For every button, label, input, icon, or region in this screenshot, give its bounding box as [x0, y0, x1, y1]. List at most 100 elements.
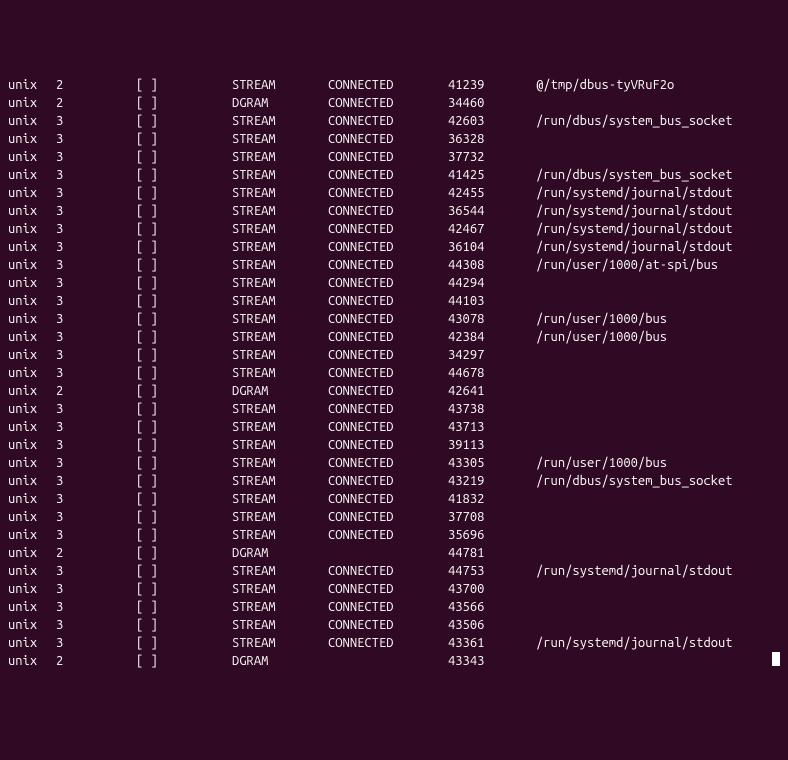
col-type: STREAM [232, 454, 328, 472]
col-spacer [176, 148, 232, 166]
col-path [536, 526, 780, 544]
col-flags: [ ] [136, 346, 176, 364]
col-refcnt: 3 [56, 256, 80, 274]
col-refcnt: 2 [56, 76, 80, 94]
col-state: CONNECTED [328, 130, 448, 148]
col-proto: unix [8, 256, 56, 274]
netstat-row: unix3[ ]STREAMCONNECTED43738 [8, 400, 780, 418]
col-proto: unix [8, 76, 56, 94]
col-inode: 44103 [448, 292, 536, 310]
col-flags: [ ] [136, 274, 176, 292]
netstat-row: unix3[ ]STREAMCONNECTED44103 [8, 292, 780, 310]
col-state: CONNECTED [328, 166, 448, 184]
col-path: /run/user/1000/bus [536, 310, 780, 328]
col-path [536, 346, 780, 364]
col-flags: [ ] [136, 166, 176, 184]
netstat-row: unix3[ ]STREAMCONNECTED43361/run/systemd… [8, 634, 780, 652]
col-path: /run/dbus/system_bus_socket [536, 112, 780, 130]
col-refcnt: 3 [56, 310, 80, 328]
col-flags: [ ] [136, 112, 176, 130]
col-flags: [ ] [136, 562, 176, 580]
col-proto: unix [8, 634, 56, 652]
col-spacer [80, 508, 136, 526]
col-spacer [80, 562, 136, 580]
col-refcnt: 3 [56, 616, 80, 634]
netstat-row: unix3[ ]STREAMCONNECTED37732 [8, 148, 780, 166]
col-spacer [176, 94, 232, 112]
col-type: STREAM [232, 130, 328, 148]
netstat-row: unix3[ ]STREAMCONNECTED42384/run/user/10… [8, 328, 780, 346]
col-path: /run/systemd/journal/stdout [536, 220, 780, 238]
col-path [536, 148, 780, 166]
col-state: CONNECTED [328, 562, 448, 580]
col-spacer [176, 526, 232, 544]
col-flags: [ ] [136, 598, 176, 616]
col-proto: unix [8, 148, 56, 166]
col-type: DGRAM [232, 544, 328, 562]
col-spacer [80, 418, 136, 436]
col-state: CONNECTED [328, 310, 448, 328]
col-spacer [80, 364, 136, 382]
col-spacer [80, 328, 136, 346]
col-path [536, 364, 780, 382]
col-state: CONNECTED [328, 256, 448, 274]
col-spacer [80, 598, 136, 616]
col-spacer [80, 202, 136, 220]
col-refcnt: 3 [56, 220, 80, 238]
col-spacer [176, 328, 232, 346]
netstat-row: unix3[ ]STREAMCONNECTED44308/run/user/10… [8, 256, 780, 274]
col-refcnt: 3 [56, 490, 80, 508]
col-proto: unix [8, 580, 56, 598]
col-proto: unix [8, 238, 56, 256]
col-proto: unix [8, 616, 56, 634]
col-spacer [176, 508, 232, 526]
col-proto: unix [8, 544, 56, 562]
col-spacer [80, 76, 136, 94]
terminal-output[interactable]: unix2[ ]STREAMCONNECTED41239@/tmp/dbus-t… [8, 76, 780, 670]
col-refcnt: 3 [56, 238, 80, 256]
netstat-row: unix3[ ]STREAMCONNECTED43566 [8, 598, 780, 616]
col-spacer [176, 580, 232, 598]
col-proto: unix [8, 94, 56, 112]
col-spacer [80, 310, 136, 328]
col-spacer [80, 148, 136, 166]
col-path: /run/systemd/journal/stdout [536, 238, 780, 256]
col-spacer [80, 634, 136, 652]
col-inode: 37732 [448, 148, 536, 166]
col-inode: 35696 [448, 526, 536, 544]
col-flags: [ ] [136, 238, 176, 256]
col-type: STREAM [232, 508, 328, 526]
col-refcnt: 3 [56, 328, 80, 346]
col-inode: 43713 [448, 418, 536, 436]
col-refcnt: 3 [56, 418, 80, 436]
col-inode: 44308 [448, 256, 536, 274]
col-type: STREAM [232, 310, 328, 328]
col-type: STREAM [232, 292, 328, 310]
col-spacer [176, 562, 232, 580]
col-spacer [80, 526, 136, 544]
col-spacer [176, 652, 232, 670]
col-spacer [80, 274, 136, 292]
col-path [536, 400, 780, 418]
netstat-row: unix3[ ]STREAMCONNECTED43219/run/dbus/sy… [8, 472, 780, 490]
col-path: /run/systemd/journal/stdout [536, 634, 780, 652]
col-spacer [176, 616, 232, 634]
col-state: CONNECTED [328, 436, 448, 454]
col-spacer [176, 256, 232, 274]
col-spacer [176, 202, 232, 220]
col-inode: 43343 [448, 652, 536, 670]
col-proto: unix [8, 112, 56, 130]
col-refcnt: 3 [56, 634, 80, 652]
col-refcnt: 3 [56, 202, 80, 220]
col-flags: [ ] [136, 418, 176, 436]
netstat-row: unix3[ ]STREAMCONNECTED43506 [8, 616, 780, 634]
col-path [536, 616, 780, 634]
col-type: STREAM [232, 472, 328, 490]
col-flags: [ ] [136, 616, 176, 634]
col-refcnt: 3 [56, 364, 80, 382]
col-state: CONNECTED [328, 238, 448, 256]
col-type: STREAM [232, 328, 328, 346]
col-proto: unix [8, 220, 56, 238]
col-state: CONNECTED [328, 274, 448, 292]
col-proto: unix [8, 292, 56, 310]
